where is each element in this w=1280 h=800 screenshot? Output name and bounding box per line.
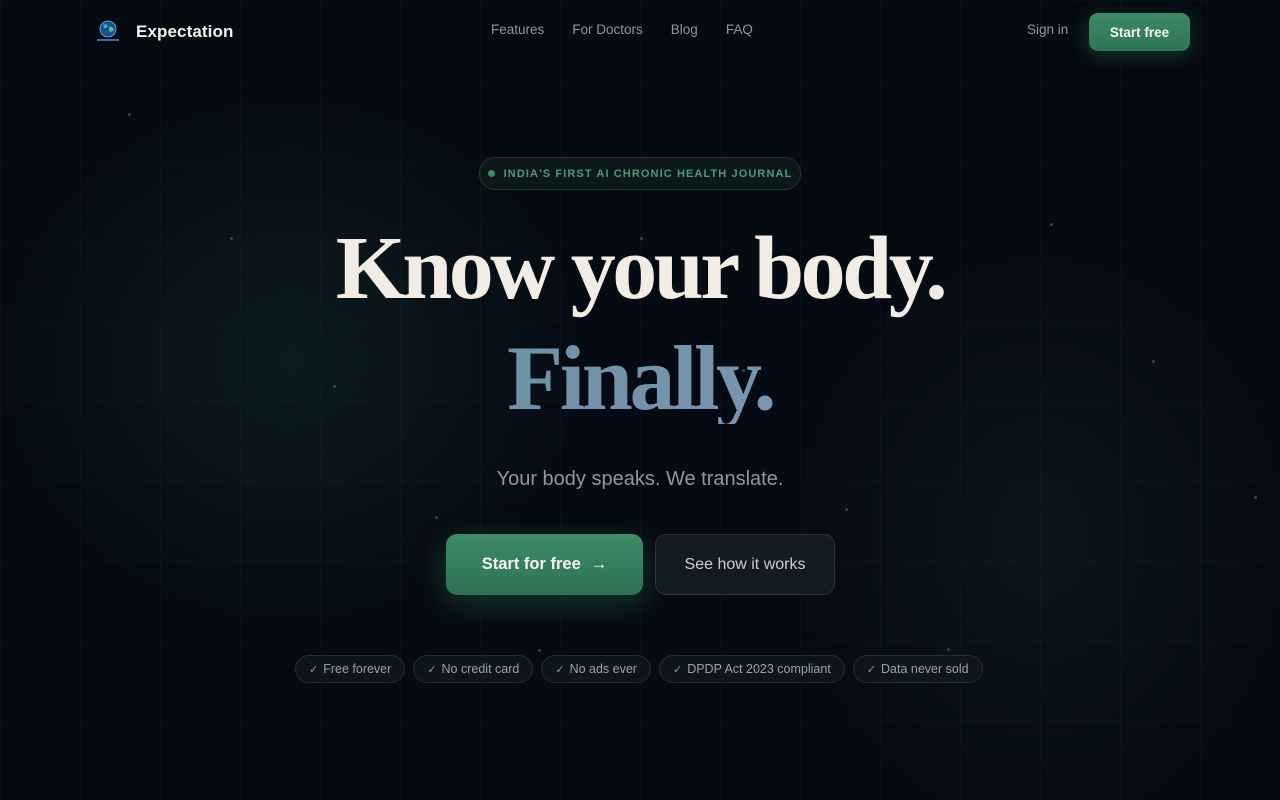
trust-pill-label: No credit card [441,662,520,676]
trust-pills: ✓ Free forever ✓ No credit card ✓ No ads… [295,655,983,683]
trust-pill-label: No ads ever [569,662,637,676]
arrow-right-icon: → [590,555,608,573]
hero-badge: INDIA'S FIRST AI CHRONIC HEALTH JOURNAL [479,157,801,190]
top-navbar: Expectation Features For Doctors Blog FA… [0,0,1280,64]
nav-link-features[interactable]: Features [491,22,544,37]
see-how-it-works-button[interactable]: See how it works [655,534,835,595]
brand[interactable]: Expectation [94,18,233,46]
background-particle [947,648,950,651]
check-icon: ✓ [309,663,319,676]
globe-logo-icon [94,18,122,46]
headline-line-1: Know your body. [335,219,948,318]
sign-in-link[interactable]: Sign in [1027,22,1068,37]
trust-pill: ✓ Free forever [295,655,406,683]
headline-line-2: Finally. [0,332,1280,424]
trust-pill-label: Data never sold [881,662,969,676]
landing-page: Expectation Features For Doctors Blog FA… [0,0,1280,800]
check-icon: ✓ [427,663,437,676]
trust-pill: ✓ Data never sold [852,655,983,683]
hero-subtitle: Your body speaks. We translate. [496,468,784,490]
background-particle [538,649,541,652]
nav-link-faq[interactable]: FAQ [726,22,753,37]
check-icon: ✓ [672,663,683,676]
start-free-button[interactable]: Start free [1089,13,1190,51]
background-particle [435,516,438,519]
nav-link-for-doctors[interactable]: For Doctors [572,22,643,37]
status-dot-icon [487,170,495,177]
trust-pill: ✓ DPDP Act 2023 compliant [658,655,845,683]
brand-name: Expectation [136,22,234,41]
check-icon: ✓ [866,663,877,676]
start-for-free-label: Start for free [481,555,581,573]
background-particle [128,113,131,116]
trust-pill: ✓ No ads ever [541,655,651,683]
trust-pill-label: Free forever [323,662,392,676]
badge-text: INDIA'S FIRST AI CHRONIC HEALTH JOURNAL [503,167,793,180]
background-particle [845,508,848,511]
trust-pill: ✓ No credit card [413,655,534,683]
start-for-free-button[interactable]: Start for free → [446,534,643,595]
nav-links: Features For Doctors Blog FAQ [491,22,753,37]
check-icon: ✓ [555,663,565,676]
trust-pill-label: DPDP Act 2023 compliant [687,662,831,676]
nav-link-blog[interactable]: Blog [671,22,698,37]
background-particle [1254,496,1257,499]
